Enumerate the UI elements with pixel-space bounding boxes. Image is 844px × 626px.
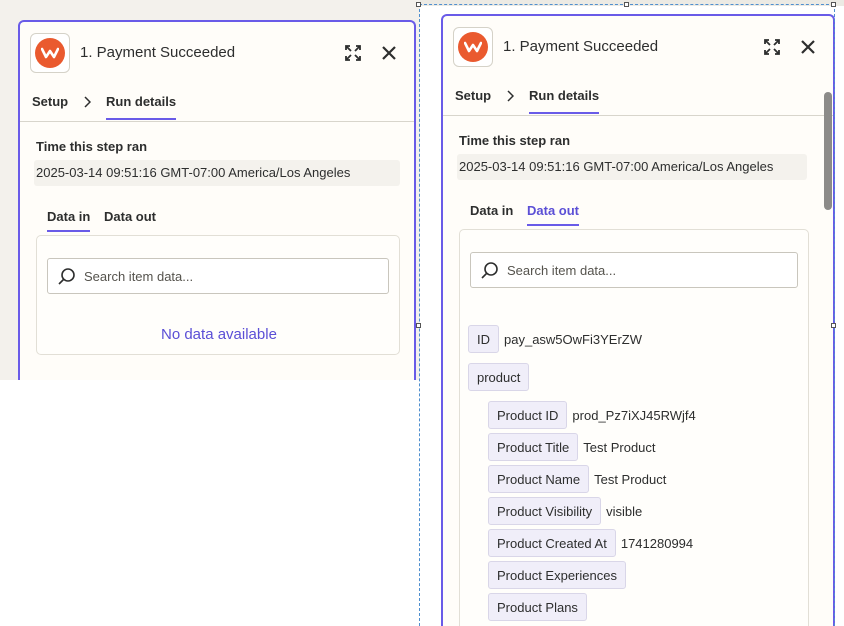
tab-run-details[interactable]: Run details: [106, 94, 177, 120]
selection-border-left: [419, 4, 420, 626]
field-row-product-name: Product Name Test Product: [488, 465, 666, 493]
resize-handle[interactable]: [624, 2, 629, 7]
field-key[interactable]: ID: [468, 325, 499, 353]
panel-title: 1. Payment Succeeded: [503, 38, 659, 55]
tab-setup[interactable]: Setup: [32, 94, 68, 109]
data-container: Search item data... No data available: [36, 235, 400, 355]
close-icon[interactable]: [797, 36, 819, 58]
search-icon: [481, 261, 499, 279]
field-value: Test Product: [583, 439, 656, 455]
field-value: 1741280994: [620, 535, 694, 551]
close-icon[interactable]: [378, 42, 400, 64]
expand-icon[interactable]: [761, 36, 783, 58]
scrollbar[interactable]: [824, 92, 832, 210]
field-row-product-created-at: Product Created At 1741280994: [488, 529, 693, 557]
tab-setup[interactable]: Setup: [455, 88, 491, 103]
time-label: Time this step ran: [459, 133, 571, 148]
app-logo-icon: [30, 33, 70, 73]
field-key[interactable]: Product Plans: [488, 593, 587, 621]
empty-message: No data available: [161, 326, 277, 343]
step-panel-left: 1. Payment Succeeded Setup Run details T…: [18, 20, 416, 380]
field-value: prod_Pz7iXJ45RWjf4: [572, 407, 696, 423]
app-logo-icon: [453, 27, 493, 67]
field-row-product: product: [468, 363, 530, 391]
search-input[interactable]: Search item data...: [470, 252, 798, 288]
field-value: visible: [606, 503, 643, 519]
step-panel-right: 1. Payment Succeeded Setup Run details T…: [441, 14, 835, 626]
tab-data-out[interactable]: Data out: [527, 203, 579, 226]
time-label: Time this step ran: [36, 139, 148, 154]
search-input[interactable]: Search item data...: [47, 258, 389, 294]
field-row-product-plans: Product Plans: [488, 593, 587, 621]
field-row-product-title: Product Title Test Product: [488, 433, 656, 461]
search-icon: [58, 267, 76, 285]
search-placeholder: Search item data...: [507, 262, 617, 278]
chevron-right-icon: [84, 96, 91, 108]
field-key[interactable]: Product ID: [488, 401, 568, 429]
time-value: 2025-03-14 09:51:16 GMT-07:00 America/Lo…: [457, 154, 807, 180]
field-key[interactable]: Product Title: [488, 433, 579, 461]
field-row-product-visibility: Product Visibility visible: [488, 497, 642, 525]
selection-border-right: [834, 4, 835, 626]
expand-icon[interactable]: [342, 42, 364, 64]
panel-header: 1. Payment Succeeded: [443, 16, 833, 78]
chevron-right-icon: [507, 90, 514, 102]
step-tabs: Setup Run details: [443, 78, 833, 116]
resize-handle[interactable]: [416, 323, 421, 328]
search-placeholder: Search item data...: [84, 268, 194, 284]
tab-data-in[interactable]: Data in: [47, 209, 91, 232]
field-row-product-experiences: Product Experiences: [488, 561, 626, 589]
field-value: pay_asw5OwFi3YErZW: [504, 331, 642, 347]
field-key[interactable]: Product Created At: [488, 529, 616, 557]
resize-handle[interactable]: [416, 2, 421, 7]
tab-data-in[interactable]: Data in: [470, 203, 513, 218]
resize-handle[interactable]: [831, 2, 836, 7]
field-key[interactable]: Product Visibility: [488, 497, 602, 525]
panel-header: 1. Payment Succeeded: [20, 22, 414, 84]
field-value: Test Product: [594, 471, 667, 487]
field-row-product-id: Product ID prod_Pz7iXJ45RWjf4: [488, 401, 696, 429]
field-key[interactable]: Product Experiences: [488, 561, 626, 589]
tab-run-details[interactable]: Run details: [529, 88, 600, 114]
panel-title: 1. Payment Succeeded: [80, 44, 236, 61]
time-value: 2025-03-14 09:51:16 GMT-07:00 America/Lo…: [34, 160, 400, 186]
resize-handle[interactable]: [831, 323, 836, 328]
tab-data-out[interactable]: Data out: [104, 209, 156, 224]
field-key[interactable]: product: [468, 363, 530, 391]
data-container: Search item data... ID pay_asw5OwFi3YErZ…: [459, 229, 809, 626]
step-tabs: Setup Run details: [20, 84, 414, 122]
field-row-id: ID pay_asw5OwFi3YErZW: [468, 325, 642, 353]
field-key[interactable]: Product Name: [488, 465, 590, 493]
